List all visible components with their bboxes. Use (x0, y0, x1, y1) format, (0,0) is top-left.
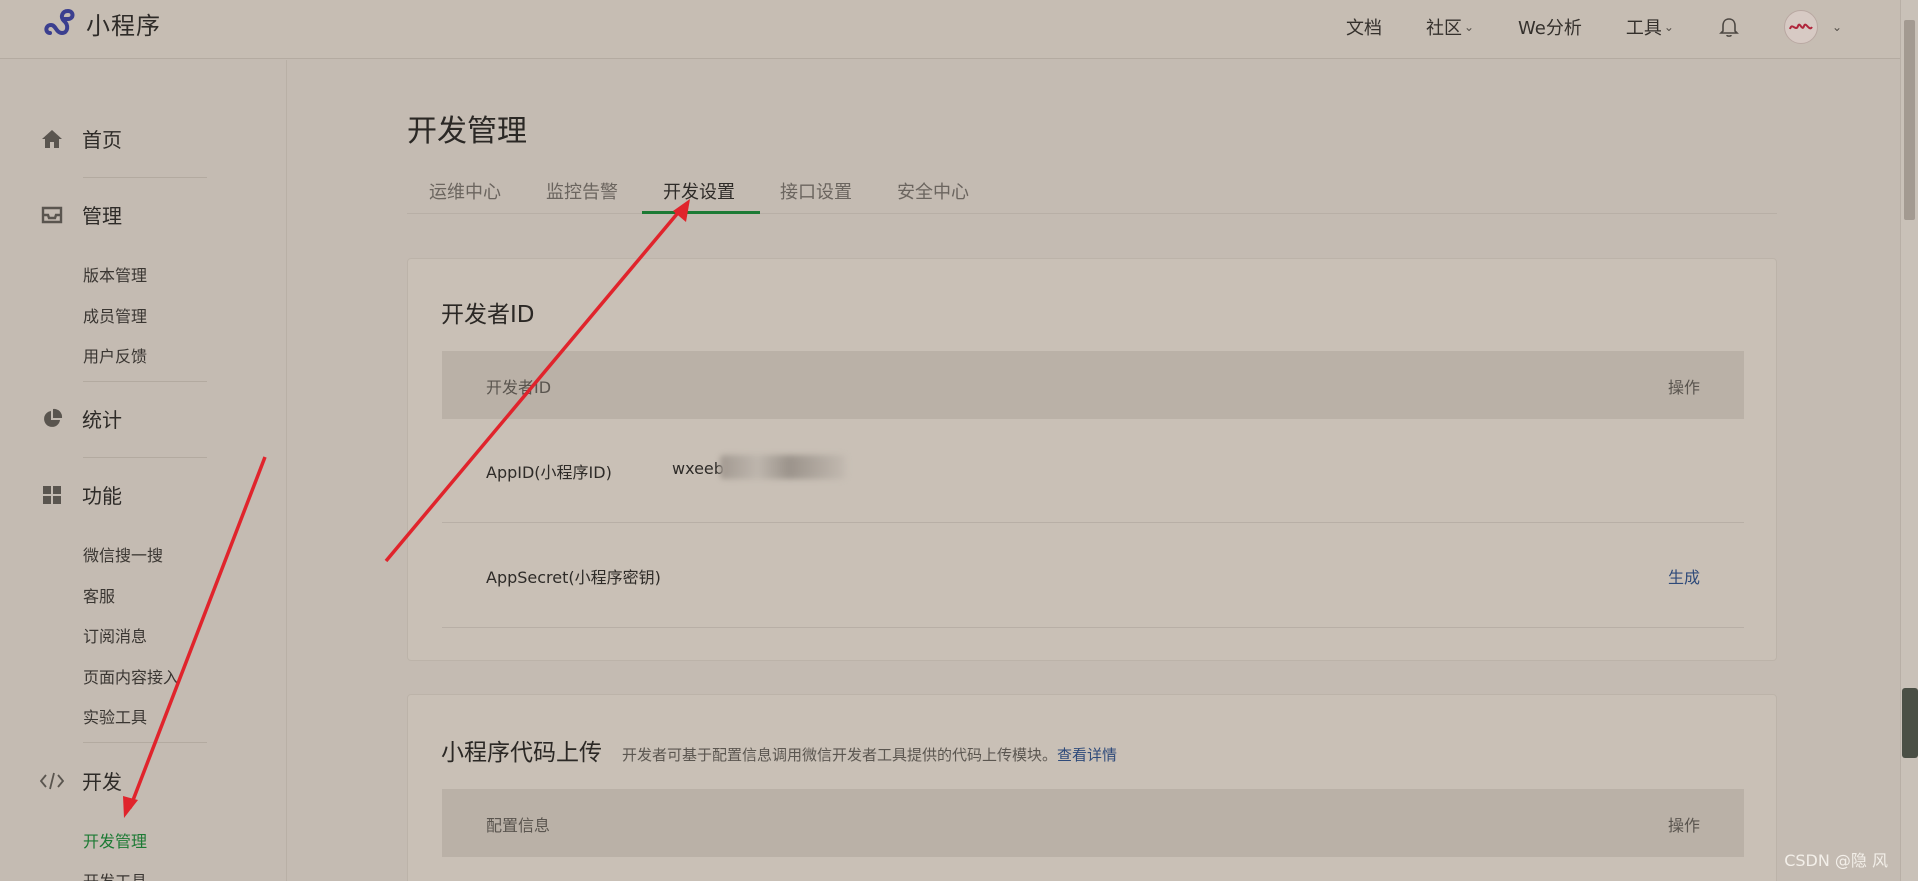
page-title: 开发管理 (407, 114, 527, 149)
sidebar-section-title: 首页 (82, 128, 122, 152)
code-icon (40, 769, 64, 793)
top-bar: 小程序 文档 社区 ⌄ We分析 工具 ⌄ ⌄ (0, 0, 1900, 59)
view-details-link[interactable]: 查看详情 (1057, 746, 1117, 764)
tab-api-settings[interactable]: 接口设置 (780, 178, 852, 204)
sidebar-section-title: 功能 (82, 484, 122, 508)
sidebar-item-subscribe-msg[interactable]: 订阅消息 (83, 623, 147, 647)
sidebar: 首页 管理 版本管理 成员管理 用户反馈 统计 功能 微信搜一搜 客服 订阅消息… (0, 60, 287, 881)
sidebar-section-home[interactable]: 首页 (40, 124, 122, 153)
active-tab-indicator (642, 211, 760, 214)
avatar-image-icon (1788, 23, 1813, 30)
divider (83, 381, 207, 382)
code-upload-card: 小程序代码上传 开发者可基于配置信息调用微信开发者工具提供的代码上传模块。查看详… (407, 694, 1777, 881)
card-description-text: 开发者可基于配置信息调用微信开发者工具提供的代码上传模块。 (622, 746, 1058, 764)
tab-ops-center[interactable]: 运维中心 (429, 178, 501, 204)
mini-program-logo-icon (44, 8, 75, 35)
chevron-down-icon[interactable]: ⌄ (1832, 20, 1842, 34)
developer-id-card: 开发者ID 开发者ID 操作 AppID(小程序ID) wxeeb AppSec… (407, 258, 1777, 661)
sidebar-section-title: 管理 (82, 204, 122, 228)
table-header: 开发者ID 操作 (442, 351, 1744, 419)
generate-secret-link[interactable]: 生成 (1668, 564, 1700, 588)
sidebar-item-version[interactable]: 版本管理 (83, 262, 147, 286)
pie-chart-icon (40, 407, 64, 431)
nav-community[interactable]: 社区 ⌄ (1426, 14, 1474, 40)
sidebar-item-customer-service[interactable]: 客服 (83, 583, 115, 607)
sidebar-section-features[interactable]: 功能 (40, 480, 122, 509)
chevron-down-icon: ⌄ (1463, 20, 1475, 34)
bell-icon[interactable] (1718, 16, 1740, 38)
blurred-value-mask (720, 455, 846, 479)
card-title: 开发者ID (441, 302, 535, 328)
vertical-scrollbar[interactable] (1900, 0, 1918, 881)
sidebar-section-title: 统计 (82, 408, 122, 432)
row-label: AppSecret(小程序密钥) (486, 568, 661, 587)
sidebar-item-members[interactable]: 成员管理 (83, 303, 147, 327)
table-row-appid: AppID(小程序ID) wxeeb (442, 419, 1744, 523)
sidebar-item-dev-manage[interactable]: 开发管理 (83, 828, 147, 852)
table-row-appsecret: AppSecret(小程序密钥) 生成 (442, 524, 1744, 628)
sidebar-section-stats[interactable]: 统计 (40, 404, 122, 433)
top-nav: 文档 社区 ⌄ We分析 工具 ⌄ ⌄ (1302, 10, 1842, 44)
divider (83, 177, 207, 178)
sidebar-item-page-content[interactable]: 页面内容接入 (83, 664, 179, 688)
sidebar-item-lab-tools[interactable]: 实验工具 (83, 704, 147, 728)
chevron-down-icon: ⌄ (1663, 20, 1674, 34)
watermark: CSDN @隐 风 (1784, 851, 1888, 870)
row-label: AppID(小程序ID) (486, 463, 612, 482)
nav-tools[interactable]: 工具 ⌄ (1626, 14, 1674, 40)
column-header-action: 操作 (1667, 378, 1700, 397)
column-header-config: 配置信息 (486, 816, 551, 835)
divider (83, 457, 207, 458)
logo[interactable]: 小程序 (42, 6, 161, 41)
side-widget (1902, 688, 1918, 758)
sidebar-item-feedback[interactable]: 用户反馈 (83, 343, 147, 367)
card-title-row: 小程序代码上传 开发者可基于配置信息调用微信开发者工具提供的代码上传模块。查看详… (441, 733, 1117, 767)
tab-monitoring[interactable]: 监控告警 (546, 178, 618, 204)
grid-icon (40, 483, 64, 507)
column-header-id: 开发者ID (486, 378, 552, 397)
inbox-icon (40, 203, 64, 227)
appid-value[interactable]: wxeeb (672, 459, 724, 478)
logo-text: 小程序 (86, 12, 161, 40)
sidebar-item-dev-tools[interactable]: 开发工具 (83, 868, 147, 881)
nav-we-analysis-label: We分析 (1518, 18, 1582, 39)
tab-dev-settings[interactable]: 开发设置 (663, 178, 735, 204)
nav-docs[interactable]: 文档 (1346, 14, 1382, 40)
card-title: 小程序代码上传 (441, 740, 602, 766)
scrollbar-thumb[interactable] (1904, 20, 1915, 220)
divider (83, 742, 207, 743)
sidebar-section-dev[interactable]: 开发 (40, 766, 122, 795)
table-header: 配置信息 操作 (442, 789, 1744, 857)
tab-bar: 运维中心 监控告警 开发设置 接口设置 安全中心 (407, 170, 1777, 214)
avatar[interactable] (1783, 10, 1818, 44)
nav-community-label: 社区 (1425, 18, 1462, 39)
nav-docs-label: 文档 (1345, 18, 1382, 39)
card-description: 开发者可基于配置信息调用微信开发者工具提供的代码上传模块。查看详情 (622, 744, 1117, 765)
tab-security-center[interactable]: 安全中心 (897, 178, 969, 204)
sidebar-section-manage[interactable]: 管理 (40, 200, 122, 229)
nav-tools-label: 工具 (1625, 18, 1662, 39)
sidebar-item-wechat-search[interactable]: 微信搜一搜 (83, 542, 163, 566)
column-header-action: 操作 (1667, 816, 1700, 835)
nav-we-analysis[interactable]: We分析 (1518, 14, 1582, 40)
sidebar-section-title: 开发 (82, 770, 122, 794)
home-icon (40, 127, 64, 151)
